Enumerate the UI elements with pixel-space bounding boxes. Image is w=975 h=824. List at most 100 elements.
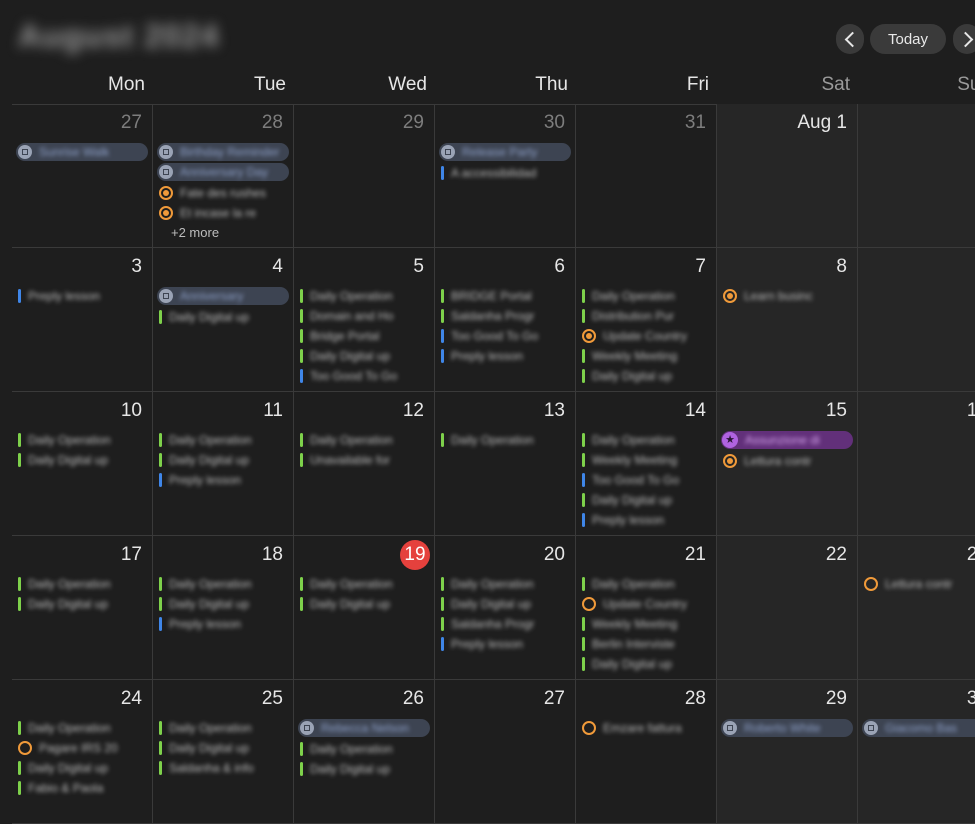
calendar-event[interactable]: Daily Operation (157, 718, 289, 738)
calendar-event[interactable]: Daily Operation (580, 286, 712, 306)
calendar-event[interactable]: Et incase la re (157, 203, 289, 223)
calendar-event[interactable]: A accessibilidad (439, 163, 571, 183)
calendar-event[interactable]: Too Good To Go (298, 366, 430, 386)
calendar-event[interactable]: Rebecca Nelson (298, 719, 430, 737)
calendar-event[interactable]: Daily Operation (580, 430, 712, 450)
day-cell[interactable]: 19 Daily Operation Daily Digital up (294, 536, 435, 680)
day-cell[interactable]: 3 Preply lesson (12, 248, 153, 392)
calendar-event[interactable]: Saldanha & info (157, 758, 289, 778)
day-cell[interactable]: Aug 1 (717, 104, 858, 248)
day-cell[interactable]: 18 Daily Operation Daily Digital up Preply … (153, 536, 294, 680)
calendar-event[interactable]: Saldanha Progr (439, 614, 571, 634)
calendar-event[interactable]: Weekly Meeting (580, 614, 712, 634)
calendar-event[interactable]: Learn businc (721, 286, 853, 306)
day-cell[interactable]: 2 (858, 104, 975, 248)
day-cell[interactable]: 17 Daily Operation Daily Digital up (12, 536, 153, 680)
calendar-event[interactable]: Preply lesson (580, 510, 712, 530)
day-cell[interactable]: 20 Daily Operation Daily Digital up Saldanh… (435, 536, 576, 680)
day-cell[interactable]: 29 (294, 104, 435, 248)
previous-month-button[interactable] (836, 24, 864, 54)
calendar-event[interactable]: Release Party (439, 143, 571, 161)
day-cell[interactable]: 22 (717, 536, 858, 680)
day-cell[interactable]: 6 BRIDGE Portal Saldanha Progr Too Good To … (435, 248, 576, 392)
day-cell[interactable]: 28 Birthday Reminder Anniversary Day Fate d… (153, 104, 294, 248)
day-cell[interactable]: 29 Roberto White (717, 680, 858, 824)
day-cell[interactable]: 30 Giacomo Bas (858, 680, 975, 824)
calendar-event[interactable]: Daily Operation (298, 286, 430, 306)
calendar-event[interactable]: Anniversary Day (157, 163, 289, 181)
calendar-event[interactable]: Daily Operation (298, 574, 430, 594)
calendar-event[interactable]: Daily Operation (16, 574, 148, 594)
calendar-event[interactable]: ★ Assunzione di (721, 431, 853, 449)
calendar-event[interactable]: Daily Digital up (298, 594, 430, 614)
calendar-event[interactable]: Preply lesson (16, 286, 148, 306)
day-cell[interactable]: 10 Daily Operation Daily Digital up (12, 392, 153, 536)
calendar-event[interactable]: Emzare fattura (580, 718, 712, 738)
calendar-event[interactable]: Update Country (580, 594, 712, 614)
calendar-event[interactable]: Daily Digital up (580, 654, 712, 674)
day-cell[interactable]: 9 (858, 248, 975, 392)
calendar-event[interactable]: Preply lesson (439, 634, 571, 654)
calendar-event[interactable]: Daily Digital up (298, 759, 430, 779)
calendar-event[interactable]: Daily Digital up (580, 366, 712, 386)
calendar-event[interactable]: Unavailable for (298, 450, 430, 470)
calendar-event[interactable]: Daily Digital up (157, 594, 289, 614)
calendar-event[interactable]: Weekly Meeting (580, 450, 712, 470)
calendar-event[interactable]: Daily Operation (16, 430, 148, 450)
calendar-event[interactable]: Lettura contr (862, 574, 975, 594)
today-button[interactable]: Today (870, 24, 946, 54)
day-cell[interactable]: 11 Daily Operation Daily Digital up Preply … (153, 392, 294, 536)
day-cell[interactable]: 12 Daily Operation Unavailable for (294, 392, 435, 536)
calendar-event[interactable]: Daily Digital up (439, 594, 571, 614)
calendar-event[interactable]: Saldanha Progr (439, 306, 571, 326)
day-cell[interactable]: 13 Daily Operation (435, 392, 576, 536)
day-cell[interactable]: 16 (858, 392, 975, 536)
calendar-event[interactable]: Distribution Pur (580, 306, 712, 326)
calendar-event[interactable]: Daily Operation (580, 574, 712, 594)
day-cell[interactable]: 30 Release Party A accessibilidad (435, 104, 576, 248)
day-cell[interactable]: 25 Daily Operation Daily Digital up Saldanh… (153, 680, 294, 824)
calendar-event[interactable]: Preply lesson (439, 346, 571, 366)
calendar-event[interactable]: Giacomo Bas (862, 719, 975, 737)
calendar-event[interactable]: Update Country (580, 326, 712, 346)
calendar-event[interactable]: Daily Digital up (16, 594, 148, 614)
calendar-event[interactable]: Daily Digital up (16, 758, 148, 778)
calendar-event[interactable]: Daily Operation (439, 430, 571, 450)
calendar-event[interactable]: Preply lesson (157, 470, 289, 490)
calendar-event[interactable]: Daily Operation (157, 430, 289, 450)
calendar-event[interactable]: Too Good To Go (439, 326, 571, 346)
calendar-event[interactable]: Preply lesson (157, 614, 289, 634)
day-cell[interactable]: 23 Lettura contr (858, 536, 975, 680)
calendar-event[interactable]: Anniversary (157, 287, 289, 305)
day-cell[interactable]: 8 Learn businc (717, 248, 858, 392)
day-cell[interactable]: 21 Daily Operation Update Country Weekly Me… (576, 536, 717, 680)
calendar-event[interactable]: Daily Digital up (16, 450, 148, 470)
calendar-event[interactable]: Daily Operation (16, 718, 148, 738)
day-cell[interactable]: 7 Daily Operation Distribution Pur Update C… (576, 248, 717, 392)
day-cell[interactable]: 15 ★ Assunzione di Lettura contr (717, 392, 858, 536)
calendar-event[interactable]: Daily Digital up (157, 450, 289, 470)
day-cell[interactable]: 26 Rebecca Nelson Daily Operation Daily Dig… (294, 680, 435, 824)
calendar-event[interactable]: Weekly Meeting (580, 346, 712, 366)
calendar-event[interactable]: Domain and Ho (298, 306, 430, 326)
day-cell[interactable]: 24 Daily Operation Pagare IRS 20 Daily Digi… (12, 680, 153, 824)
next-month-button[interactable] (953, 24, 975, 54)
calendar-event[interactable]: Too Good To Go (580, 470, 712, 490)
calendar-event[interactable]: Pagare IRS 20 (16, 738, 148, 758)
day-cell[interactable]: 14 Daily Operation Weekly Meeting Too Good … (576, 392, 717, 536)
calendar-event[interactable]: Daily Operation (439, 574, 571, 594)
calendar-event[interactable]: Roberto White (721, 719, 853, 737)
day-cell[interactable]: 28 Emzare fattura (576, 680, 717, 824)
calendar-event[interactable]: Bridge Portal (298, 326, 430, 346)
calendar-event[interactable]: Daily Digital up (157, 307, 289, 327)
day-cell[interactable]: 31 (576, 104, 717, 248)
calendar-event[interactable]: Daily Operation (298, 739, 430, 759)
calendar-event[interactable]: Fabio & Paola (16, 778, 148, 798)
calendar-event[interactable]: Daily Digital up (298, 346, 430, 366)
day-cell[interactable]: 4 Anniversary Daily Digital up (153, 248, 294, 392)
calendar-event[interactable]: Daily Digital up (157, 738, 289, 758)
calendar-event[interactable]: Daily Operation (298, 430, 430, 450)
calendar-event[interactable]: Sunrise Walk (16, 143, 148, 161)
day-cell[interactable]: 27 Sunrise Walk (12, 104, 153, 248)
calendar-event[interactable]: BRIDGE Portal (439, 286, 571, 306)
